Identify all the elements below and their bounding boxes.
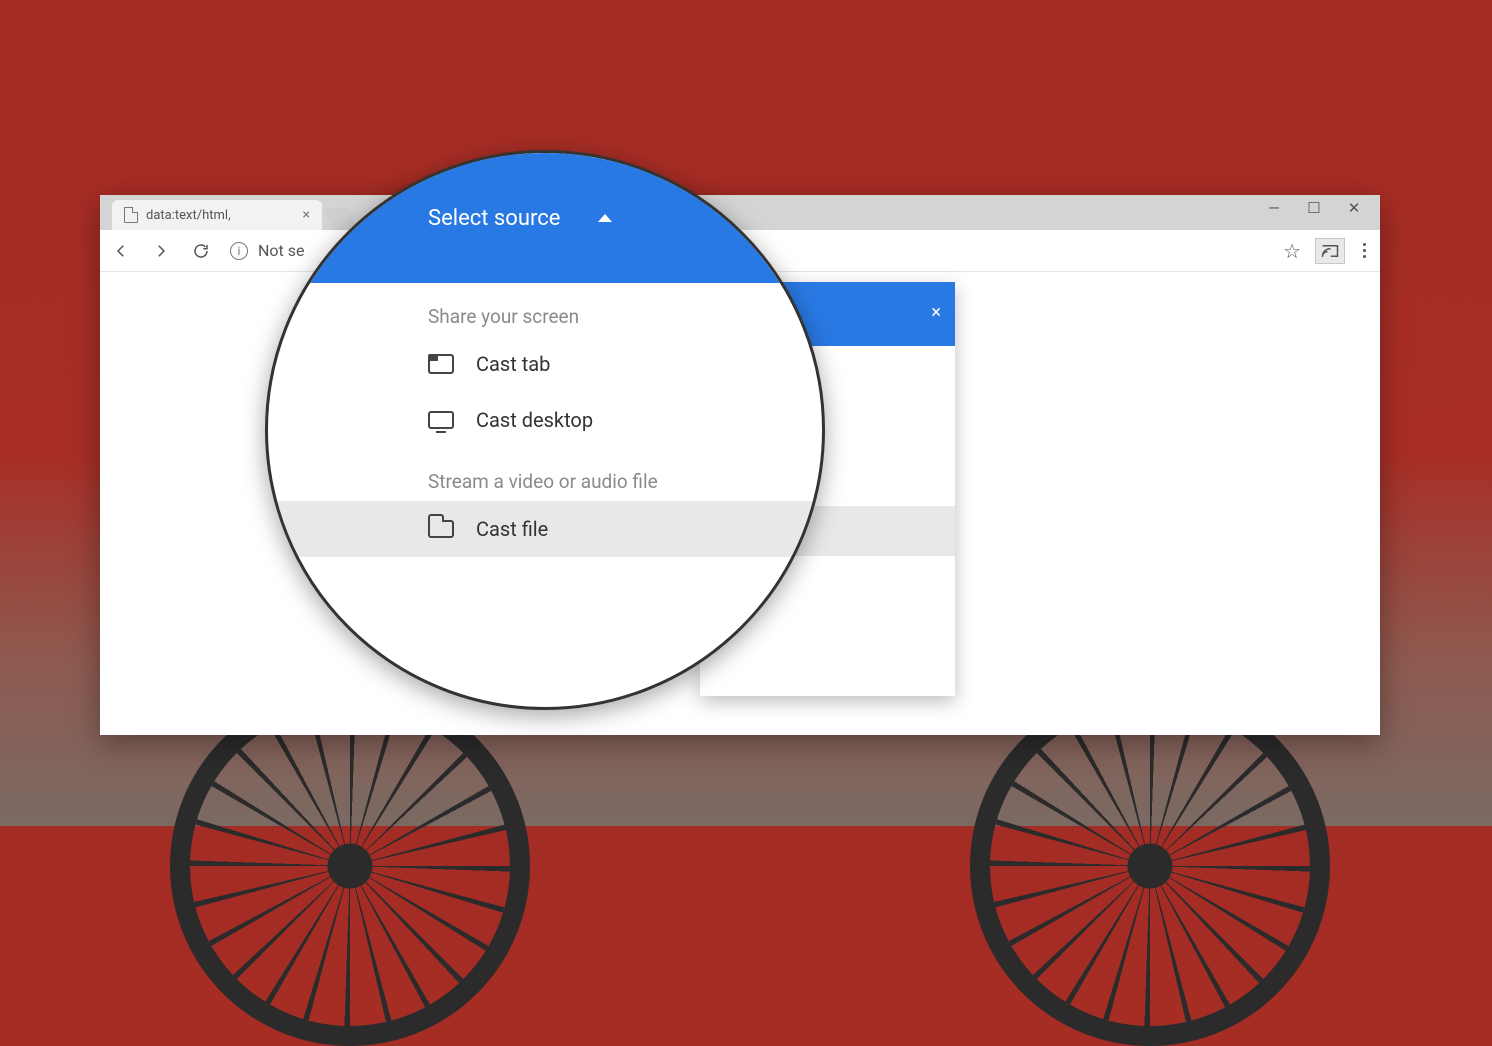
window-minimize-button[interactable]: — xyxy=(1264,199,1284,217)
site-info-icon[interactable]: i xyxy=(230,242,248,260)
select-source-label: Select source xyxy=(428,206,560,231)
browser-menu-button[interactable] xyxy=(1359,243,1370,258)
folder-icon xyxy=(428,520,454,538)
cast-toolbar-button[interactable] xyxy=(1315,238,1345,264)
select-source-header[interactable]: Select source xyxy=(268,153,822,283)
window-maximize-button[interactable]: ☐ xyxy=(1304,199,1324,217)
window-controls: — ☐ ✕ xyxy=(1254,199,1374,217)
tab-title: data:text/html, xyxy=(146,208,231,223)
file-icon xyxy=(124,207,138,223)
desktop-icon xyxy=(428,411,454,429)
cast-tab-option[interactable]: Cast tab xyxy=(268,336,822,392)
decor-wheel-left xyxy=(170,686,530,1046)
cast-desktop-option[interactable]: Cast desktop xyxy=(268,392,822,448)
decor-wheel-right xyxy=(970,686,1330,1046)
caret-up-icon xyxy=(598,214,612,222)
cast-file-option[interactable]: Cast file xyxy=(268,501,822,557)
cast-file-label: Cast file xyxy=(476,517,548,541)
share-screen-label: Share your screen xyxy=(268,283,822,336)
cast-desktop-label: Cast desktop xyxy=(476,408,593,432)
stream-file-label: Stream a video or audio file xyxy=(268,448,822,501)
zoom-lens: Select source Share your screen Cast tab… xyxy=(265,150,825,710)
bookmark-star-icon[interactable]: ☆ xyxy=(1283,239,1301,263)
reload-button[interactable] xyxy=(190,240,212,262)
back-button[interactable] xyxy=(110,240,132,262)
cast-tab-label: Cast tab xyxy=(476,352,550,376)
window-close-button[interactable]: ✕ xyxy=(1344,199,1364,217)
tab-icon xyxy=(428,354,454,374)
forward-button[interactable] xyxy=(150,240,172,262)
cast-icon xyxy=(1321,244,1339,258)
cast-popup-close-button[interactable]: × xyxy=(931,302,941,323)
